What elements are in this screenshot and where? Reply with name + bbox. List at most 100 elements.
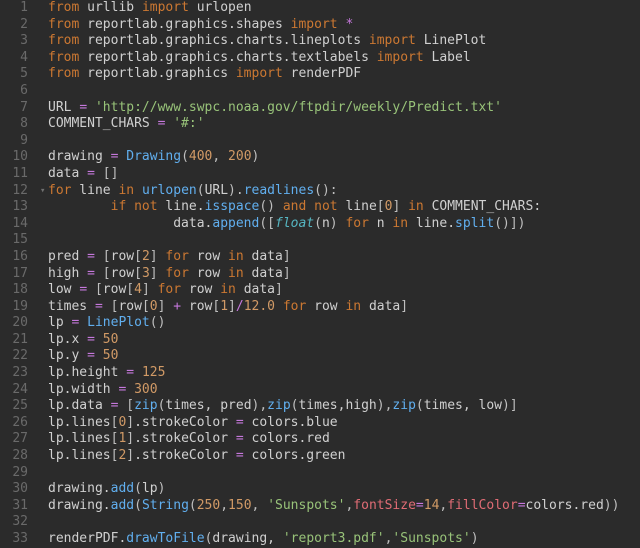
line-number: 3 bbox=[4, 33, 28, 50]
code-token: ] bbox=[150, 249, 158, 264]
code-line[interactable]: low = [row[4] for row in data] bbox=[40, 282, 640, 299]
code-area[interactable]: from urllib import urlopenfrom reportlab… bbox=[36, 0, 640, 548]
code-token: lp.lines bbox=[48, 415, 111, 430]
code-token: from bbox=[48, 17, 79, 32]
code-line[interactable]: lp.lines[2].strokeColor = colors.green bbox=[40, 448, 640, 465]
code-token: fontSize bbox=[353, 498, 416, 513]
code-token: ) bbox=[330, 216, 338, 231]
code-token: urlopen bbox=[189, 0, 252, 15]
code-line[interactable]: times = [row[0] + row[1]/12.0 for row in… bbox=[40, 299, 640, 316]
code-line[interactable]: data.append([float(n) for n in line.spli… bbox=[40, 216, 640, 233]
line-number: 19 bbox=[4, 299, 28, 316]
code-token: in bbox=[228, 266, 244, 281]
code-token: data bbox=[361, 299, 400, 314]
code-token bbox=[400, 199, 408, 214]
code-line[interactable]: COMMENT_CHARS = '#:' bbox=[40, 116, 640, 133]
line-number: 10 bbox=[4, 149, 28, 166]
code-token bbox=[95, 249, 103, 264]
line-number: 1 bbox=[4, 0, 28, 17]
code-token: in bbox=[220, 282, 236, 297]
code-token: if not bbox=[111, 199, 158, 214]
code-line[interactable]: from reportlab.graphics.shapes import * bbox=[40, 17, 640, 34]
code-line[interactable]: high = [row[3] for row in data] bbox=[40, 266, 640, 283]
code-line[interactable]: drawing.add(lp) bbox=[40, 481, 640, 498]
code-line[interactable] bbox=[40, 133, 640, 150]
code-token: ). bbox=[228, 183, 244, 198]
code-token: float bbox=[275, 216, 314, 231]
code-token: for bbox=[48, 183, 71, 198]
code-token: add bbox=[111, 481, 134, 496]
code-line[interactable]: renderPDF.drawToFile(drawing, 'report3.p… bbox=[40, 531, 640, 548]
code-line[interactable]: lp.x = 50 bbox=[40, 332, 640, 349]
code-token: line bbox=[338, 199, 377, 214]
code-token: 'Sunspots' bbox=[392, 531, 470, 546]
code-token: renderPDF. bbox=[48, 531, 126, 546]
code-line[interactable]: from urllib import urlopen bbox=[40, 0, 640, 17]
code-token: ) bbox=[252, 149, 260, 164]
code-line[interactable]: drawing.add(String(250,150, 'Sunspots',f… bbox=[40, 498, 640, 515]
code-line[interactable]: from reportlab.graphics.charts.textlabel… bbox=[40, 50, 640, 67]
code-line[interactable]: ▾for line in urlopen(URL).readlines(): bbox=[40, 183, 640, 200]
line-number: 25 bbox=[4, 398, 28, 415]
code-line[interactable]: lp.lines[1].strokeColor = colors.red bbox=[40, 431, 640, 448]
code-token: = bbox=[518, 498, 526, 513]
code-token: import bbox=[291, 17, 338, 32]
code-token: 3 bbox=[142, 266, 150, 281]
code-token: )) bbox=[604, 498, 620, 513]
code-token: from bbox=[48, 66, 79, 81]
code-line[interactable]: from reportlab.graphics.charts.lineplots… bbox=[40, 33, 640, 50]
code-line[interactable]: from reportlab.graphics import renderPDF bbox=[40, 66, 640, 83]
code-token: Label bbox=[424, 50, 471, 65]
code-line[interactable]: if not line.isspace() and not line[0] in… bbox=[40, 199, 640, 216]
code-line[interactable]: lp.lines[0].strokeColor = colors.blue bbox=[40, 415, 640, 432]
code-token: for bbox=[165, 266, 188, 281]
code-token: = bbox=[87, 249, 95, 264]
fold-marker-icon[interactable]: ▾ bbox=[40, 183, 48, 200]
code-token: times bbox=[48, 299, 95, 314]
code-token: row bbox=[118, 299, 141, 314]
code-token: ) bbox=[158, 481, 166, 496]
code-token: append bbox=[212, 216, 259, 231]
code-token bbox=[150, 282, 158, 297]
code-token: ([ bbox=[259, 216, 275, 231]
code-line[interactable]: drawing = Drawing(400, 200) bbox=[40, 149, 640, 166]
code-token: reportlab.graphics bbox=[79, 66, 236, 81]
code-line[interactable]: lp = LinePlot() bbox=[40, 315, 640, 332]
code-line[interactable]: lp.width = 300 bbox=[40, 382, 640, 399]
code-token: URL bbox=[205, 183, 228, 198]
code-line[interactable] bbox=[40, 232, 640, 249]
code-token: LinePlot bbox=[87, 315, 150, 330]
code-token: data bbox=[244, 266, 283, 281]
code-token: row bbox=[189, 266, 228, 281]
code-token: reportlab.graphics.shapes bbox=[79, 17, 290, 32]
code-token: line. bbox=[408, 216, 455, 231]
line-number: 20 bbox=[4, 315, 28, 332]
code-token: line bbox=[71, 183, 118, 198]
code-token: 1 bbox=[220, 299, 228, 314]
code-token: for bbox=[158, 282, 181, 297]
code-token: [ bbox=[103, 266, 111, 281]
code-token: 125 bbox=[142, 365, 165, 380]
code-token: = bbox=[87, 266, 95, 281]
code-line[interactable]: lp.data = [zip(times, pred),zip(times,hi… bbox=[40, 398, 640, 415]
code-line[interactable]: lp.height = 125 bbox=[40, 365, 640, 382]
code-line[interactable] bbox=[40, 83, 640, 100]
code-token bbox=[275, 299, 283, 314]
code-line[interactable] bbox=[40, 514, 640, 531]
code-token: row bbox=[111, 249, 134, 264]
code-token: 12.0 bbox=[244, 299, 275, 314]
code-line[interactable]: lp.y = 50 bbox=[40, 348, 640, 365]
line-number: 5 bbox=[4, 66, 28, 83]
code-token: )] bbox=[502, 398, 518, 413]
code-line[interactable]: data = [] bbox=[40, 166, 640, 183]
code-line[interactable] bbox=[40, 465, 640, 482]
code-token: data bbox=[244, 249, 283, 264]
code-token: [ bbox=[377, 199, 385, 214]
code-token: () bbox=[259, 199, 275, 214]
code-token: for bbox=[165, 249, 188, 264]
code-token: .strokeColor bbox=[134, 431, 236, 446]
code-token: ( bbox=[134, 498, 142, 513]
code-line[interactable]: pred = [row[2] for row in data] bbox=[40, 249, 640, 266]
code-token: = bbox=[79, 100, 87, 115]
code-line[interactable]: URL = 'http://www.swpc.noaa.gov/ftpdir/w… bbox=[40, 100, 640, 117]
